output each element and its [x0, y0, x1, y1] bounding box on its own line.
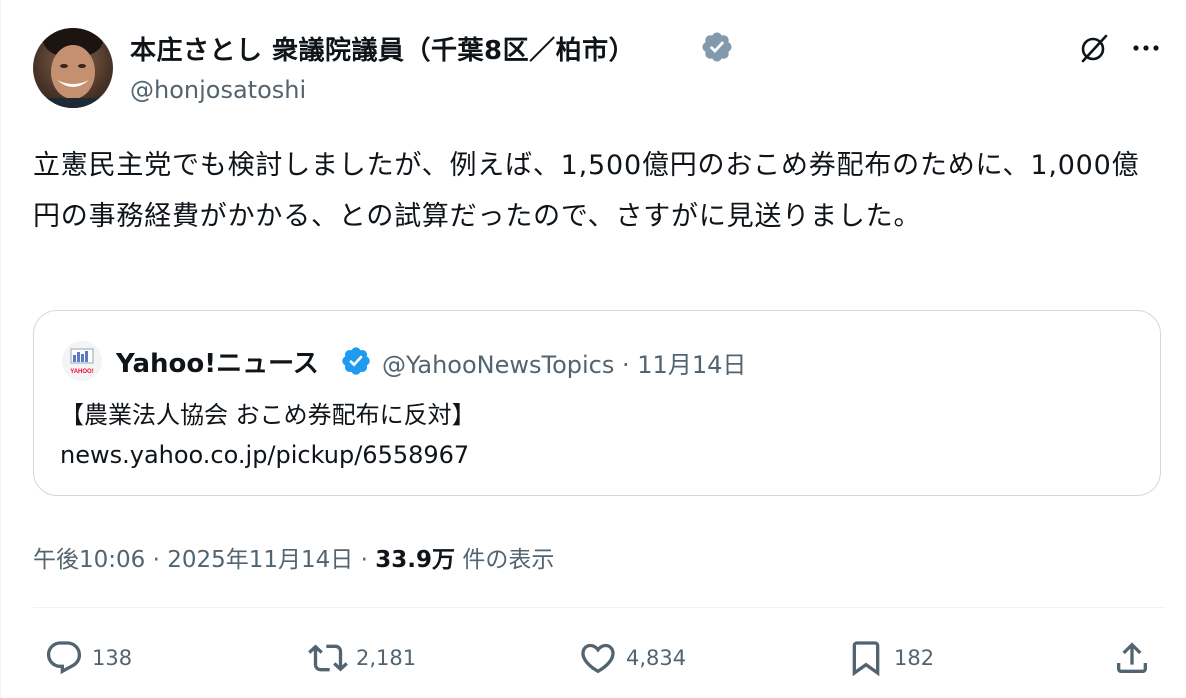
quote-date[interactable]: 11月14日	[637, 351, 746, 379]
reply-count: 138	[92, 646, 133, 670]
quote-separator: ·	[622, 351, 630, 379]
left-border	[0, 0, 1, 698]
tweet-date[interactable]: 2025年11月14日	[167, 547, 353, 573]
like-count: 4,834	[626, 646, 687, 670]
reply-button[interactable]: 138	[44, 636, 132, 680]
like-button[interactable]: 4,834	[578, 636, 686, 680]
quoted-tweet-card[interactable]: YAHOO! Yahoo!ニュース @YahooNewsTopics · 11月…	[33, 310, 1161, 496]
tweet-meta: 午後10:06 · 2025年11月14日 · 33.9万 件の表示	[33, 540, 554, 574]
share-icon	[1117, 642, 1147, 673]
quote-author-name[interactable]: Yahoo!ニュース	[116, 343, 319, 380]
like-icon	[581, 643, 615, 674]
retweet-icon	[308, 644, 348, 672]
share-button[interactable]	[1112, 636, 1152, 680]
author-avatar[interactable]	[33, 28, 113, 108]
bookmark-icon	[852, 641, 880, 677]
tweet-text: 立憲民主党でも検討しましたが、例えば、1,500億円のおこめ券配布のために、1,…	[33, 150, 1140, 232]
quote-avatar[interactable]: YAHOO!	[62, 341, 102, 381]
views-label: 件の表示	[462, 547, 555, 573]
verified-badge-icon	[702, 32, 732, 62]
quote-meta: @YahooNewsTopics · 11月14日	[382, 345, 746, 380]
meta-separator: ·	[152, 547, 160, 573]
meta-separator: ·	[360, 547, 368, 573]
quote-handle[interactable]: @YahooNewsTopics	[382, 351, 614, 379]
retweet-button[interactable]: 2,181	[308, 636, 416, 680]
bookmark-count: 182	[894, 646, 935, 670]
author-name[interactable]: 本庄さとし 衆議院議員（千葉8区／柏市）	[130, 30, 635, 67]
reply-icon	[46, 641, 82, 675]
views-count: 33.9万	[375, 547, 455, 573]
divider	[33, 607, 1165, 608]
bookmark-button[interactable]: 182	[846, 636, 934, 680]
tweet-time[interactable]: 午後10:06	[33, 547, 145, 573]
grok-icon[interactable]	[1076, 30, 1112, 66]
retweet-count: 2,181	[356, 646, 417, 670]
more-icon[interactable]	[1128, 30, 1164, 66]
author-handle[interactable]: @honjosatoshi	[130, 76, 306, 104]
quote-avatar-logo-text: YAHOO!	[70, 369, 93, 375]
verified-badge-icon	[342, 347, 370, 375]
quote-text: 【農業法人協会 おこめ券配布に反対】 news.yahoo.co.jp/pick…	[60, 401, 476, 469]
